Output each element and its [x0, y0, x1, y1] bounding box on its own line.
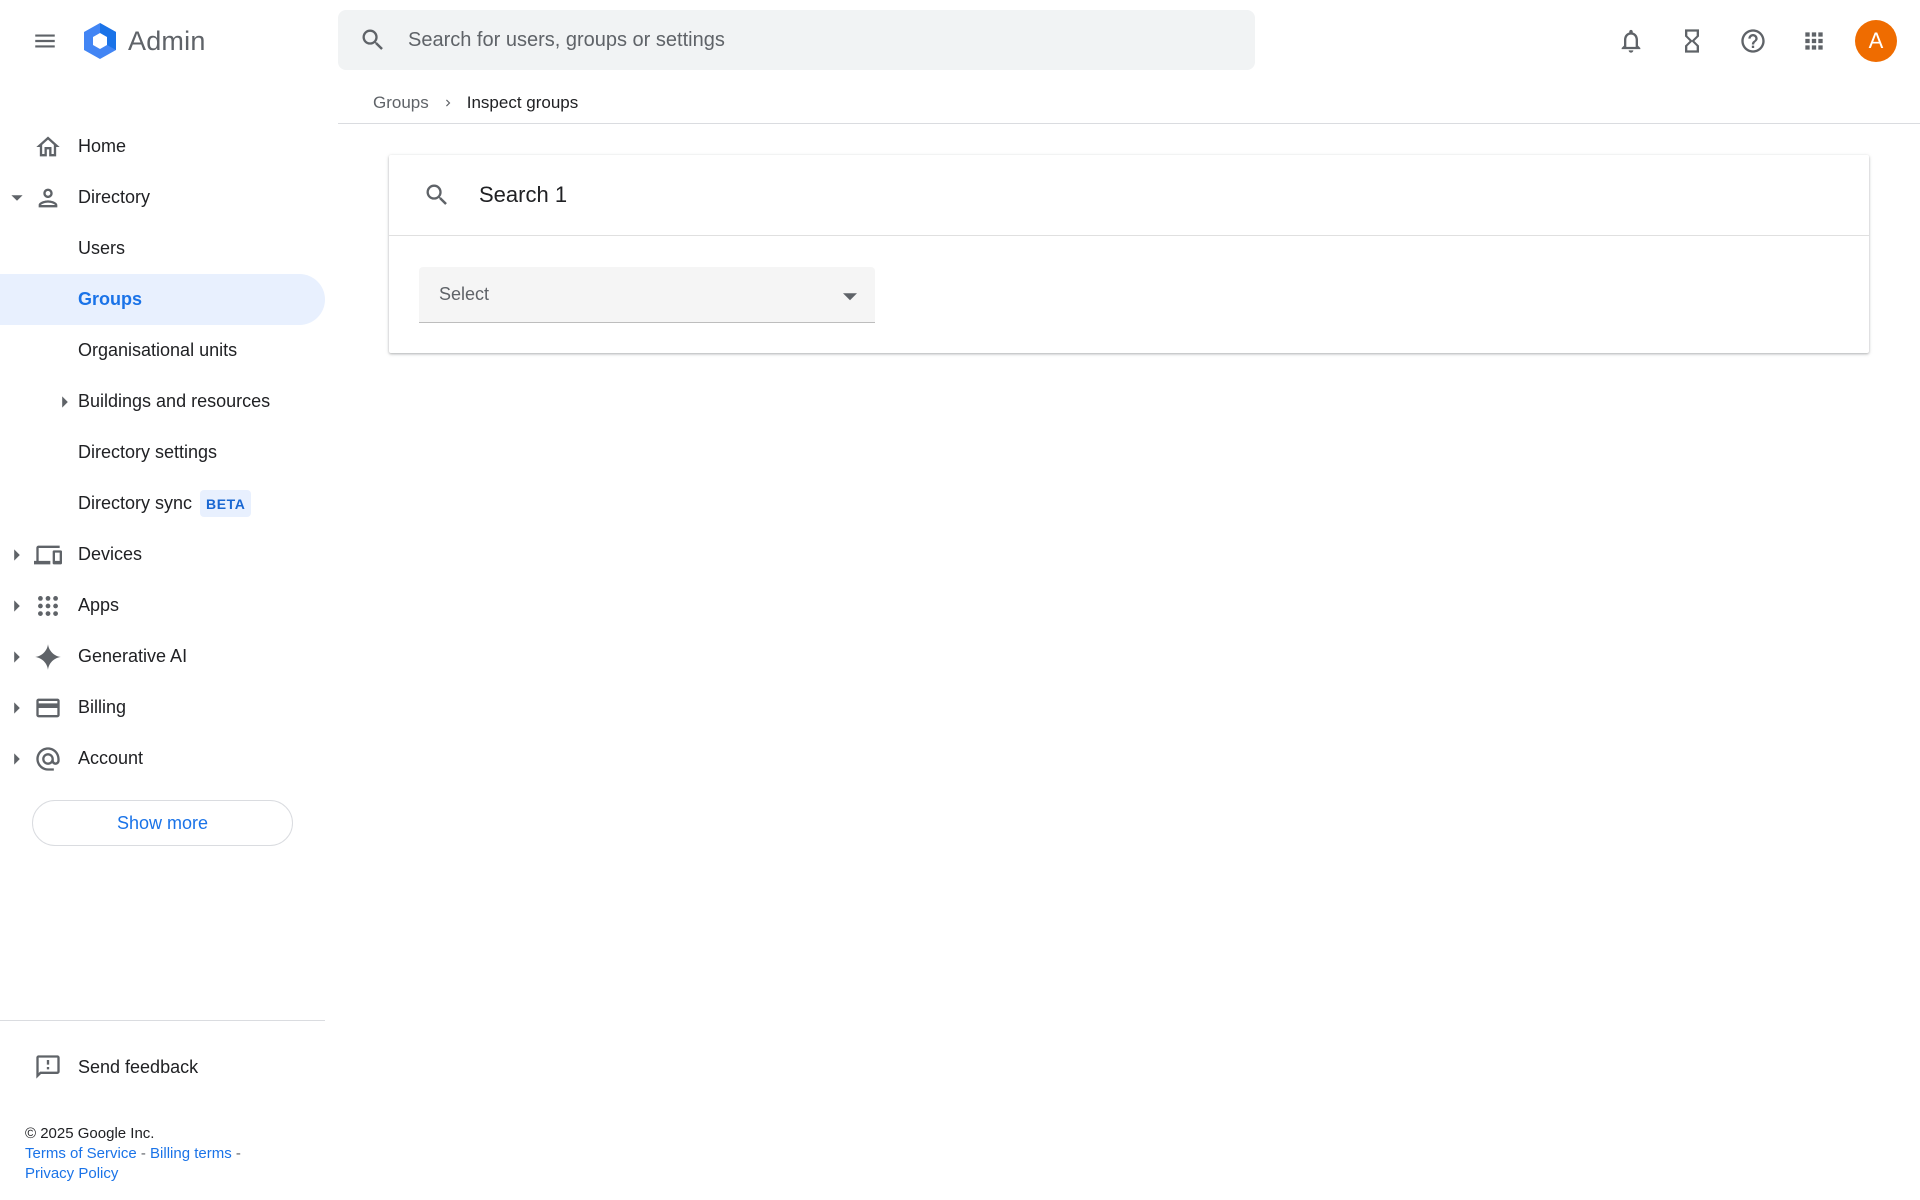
caret-right-icon [58, 395, 72, 409]
sidebar-item-apps[interactable]: Apps [0, 580, 325, 631]
sidebar-item-label: Directory settings [78, 442, 218, 462]
top-bar: Admin A [0, 0, 1920, 82]
credit-card-icon [33, 693, 63, 723]
top-icons: A [1608, 18, 1898, 64]
sidebar-item-directory-settings[interactable]: Directory settings [0, 427, 325, 478]
hamburger-menu-icon [35, 34, 55, 48]
app-name: Admin [128, 25, 206, 56]
sidebar-item-label: Generative AI [78, 646, 188, 666]
caret-down-icon [10, 191, 24, 205]
person-icon [33, 183, 63, 213]
privacy-policy-link[interactable]: Privacy Policy [25, 1165, 118, 1182]
avatar: A [1855, 20, 1897, 62]
sidebar-item-label: Home [78, 136, 127, 156]
sidebar-item-label: Directory sync [78, 493, 193, 513]
breadcrumb-groups-link[interactable]: Groups [373, 93, 429, 113]
sidebar-item-label: Devices [78, 544, 143, 564]
sidebar-footer: © 2025 Google Inc. Terms of Service - Bi… [25, 1124, 305, 1184]
account-button[interactable]: A [1852, 18, 1898, 64]
search-icon [389, 181, 479, 209]
admin-hexagon-logo-icon [84, 23, 116, 59]
search-card-header: Search 1 [389, 155, 1869, 236]
sidebar-item-label: Buildings and resources [78, 391, 271, 411]
notifications-icon [1621, 29, 1641, 53]
send-feedback-button[interactable]: Send feedback [0, 1042, 325, 1092]
hourglass-icon [1685, 29, 1699, 53]
tasks-button[interactable] [1669, 18, 1715, 64]
sidebar-item-generative-ai[interactable]: Generative AI [0, 631, 325, 682]
admin-logo[interactable]: Admin [80, 20, 206, 62]
sidebar-item-directory[interactable]: Directory [0, 172, 325, 223]
sidebar-item-label: Apps [78, 595, 120, 615]
copyright: © 2025 Google Inc. [25, 1125, 155, 1142]
chevron-right-icon [441, 96, 455, 110]
caret-right-icon [10, 548, 24, 562]
at-sign-icon [33, 744, 63, 774]
global-search-input[interactable] [408, 28, 1228, 52]
breadcrumb: Groups Inspect groups [338, 82, 1920, 124]
caret-right-icon [10, 752, 24, 766]
sidebar-item-buildings-and-resources[interactable]: Buildings and resources [0, 376, 325, 427]
search-card: Search 1 Select [389, 155, 1869, 353]
condition-select[interactable]: Select [419, 267, 875, 323]
separator: - [140, 1145, 151, 1162]
caret-right-icon [10, 701, 24, 715]
sidebar: Home Directory Users Groups Organisation… [0, 82, 325, 1200]
feedback-icon [33, 1052, 63, 1082]
sidebar-item-groups[interactable]: Groups [0, 274, 325, 325]
apps-icon [33, 591, 63, 621]
sidebar-divider [0, 1020, 325, 1021]
home-icon [33, 132, 63, 162]
sparkle-icon [33, 642, 63, 672]
caret-right-icon [10, 650, 24, 664]
separator: - [235, 1145, 241, 1162]
sidebar-item-label: Directory [78, 187, 151, 207]
notifications-button[interactable] [1608, 18, 1654, 64]
send-feedback-label: Send feedback [78, 1056, 199, 1077]
dropdown-arrow-icon [843, 289, 857, 308]
sidebar-item-directory-sync[interactable]: Directory sync BETA [0, 478, 325, 529]
breadcrumb-current: Inspect groups [466, 92, 579, 112]
help-button[interactable] [1730, 18, 1776, 64]
caret-right-icon [10, 599, 24, 613]
show-more-button[interactable]: Show more [32, 800, 293, 846]
sidebar-item-label: Groups [78, 289, 143, 309]
beta-badge: BETA [200, 490, 252, 517]
sidebar-item-billing[interactable]: Billing [0, 682, 325, 733]
sidebar-item-label: Billing [78, 697, 127, 717]
sidebar-item-organisational-units[interactable]: Organisational units [0, 325, 325, 376]
search-card-title: Search 1 [479, 182, 568, 207]
sidebar-item-devices[interactable]: Devices [0, 529, 325, 580]
devices-icon [33, 540, 63, 570]
sidebar-item-label: Organisational units [78, 340, 238, 360]
google-apps-button[interactable] [1791, 18, 1837, 64]
sidebar-item-label: Account [78, 748, 144, 768]
sidebar-item-users[interactable]: Users [0, 223, 325, 274]
sidebar-item-account[interactable]: Account [0, 733, 325, 784]
sidebar-item-home[interactable]: Home [0, 121, 325, 172]
apps-grid-icon [1805, 32, 1823, 50]
main-menu-button[interactable] [24, 20, 66, 62]
select-label: Select [439, 284, 490, 304]
global-search[interactable] [338, 10, 1255, 70]
billing-terms-link[interactable]: Billing terms [150, 1145, 232, 1162]
search-icon [338, 26, 408, 54]
help-icon [1741, 29, 1765, 53]
sidebar-item-label: Users [78, 238, 126, 258]
terms-of-service-link[interactable]: Terms of Service [25, 1145, 137, 1162]
